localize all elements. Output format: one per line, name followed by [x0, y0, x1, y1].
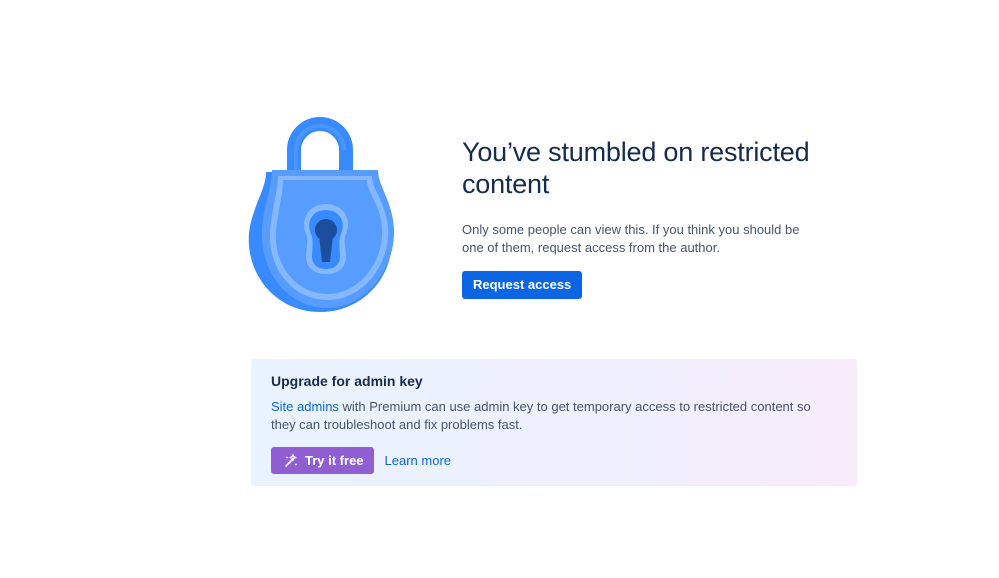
try-it-free-label: Try it free: [305, 453, 364, 468]
request-access-button[interactable]: Request access: [462, 271, 583, 299]
upgrade-description-text: with Premium can use admin key to get te…: [271, 399, 811, 432]
sparkle-icon: [283, 453, 299, 469]
upgrade-admin-key-card: Upgrade for admin key Site admins with P…: [251, 359, 857, 486]
page-title: You’ve stumbled on restricted content: [462, 137, 810, 199]
upgrade-actions: Try it free Learn more: [271, 447, 837, 474]
restricted-content-panel: You’ve stumbled on restricted content On…: [462, 136, 842, 299]
padlock-icon: [244, 116, 396, 314]
try-it-free-button[interactable]: Try it free: [271, 447, 374, 474]
upgrade-title: Upgrade for admin key: [271, 373, 423, 389]
restricted-description: Only some people can view this. If you t…: [462, 222, 800, 255]
upgrade-description: Site admins with Premium can use admin k…: [271, 398, 811, 434]
site-admins-link[interactable]: Site admins: [271, 399, 339, 414]
learn-more-link[interactable]: Learn more: [385, 453, 451, 468]
restricted-page: You’ve stumbled on restricted content On…: [0, 0, 999, 578]
